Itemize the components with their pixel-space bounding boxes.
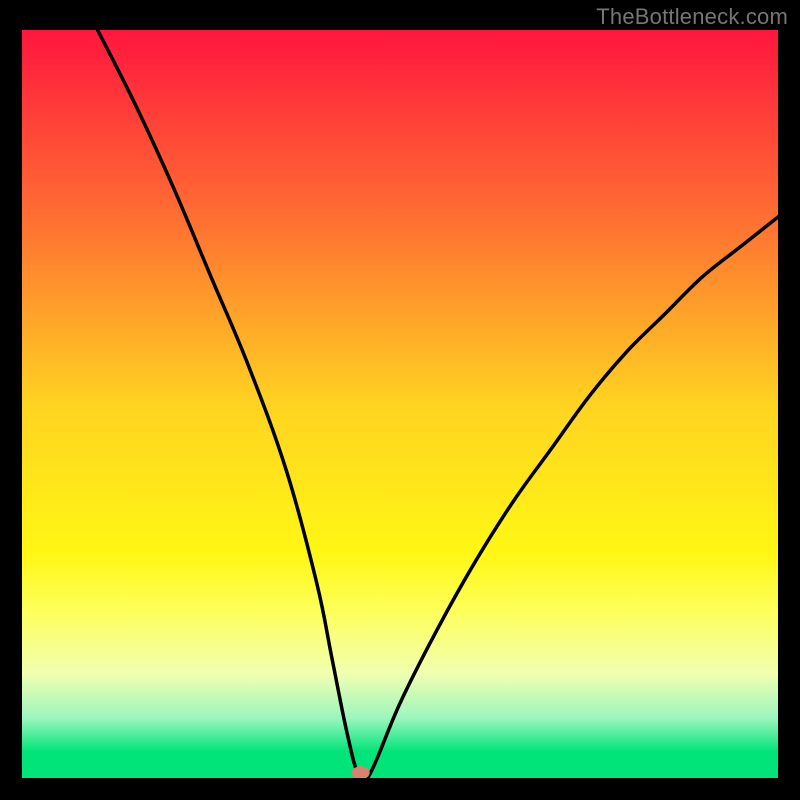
plot-area <box>22 30 778 778</box>
chart-container: TheBottleneck.com <box>0 0 800 800</box>
chart-svg <box>22 30 778 778</box>
gradient-background <box>22 30 778 778</box>
attribution-label: TheBottleneck.com <box>596 4 788 30</box>
